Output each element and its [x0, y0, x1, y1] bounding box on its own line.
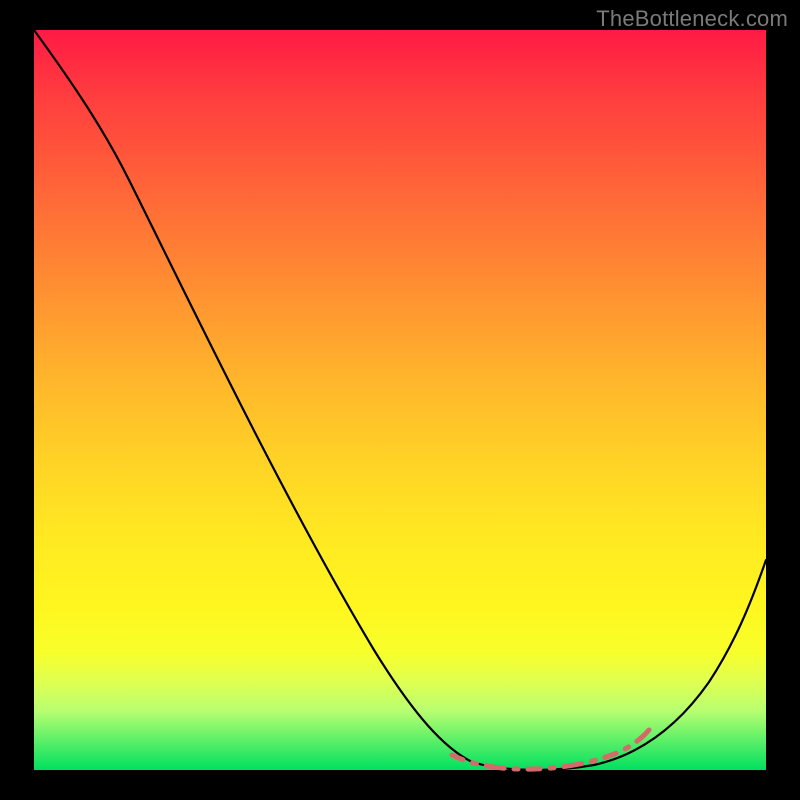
highlight-dash [452, 730, 649, 769]
chart-container: TheBottleneck.com [0, 0, 800, 800]
watermark-text: TheBottleneck.com [596, 6, 788, 32]
bottleneck-curve [34, 30, 766, 770]
plot-area [34, 30, 766, 770]
bottleneck-curve-svg [34, 30, 766, 770]
